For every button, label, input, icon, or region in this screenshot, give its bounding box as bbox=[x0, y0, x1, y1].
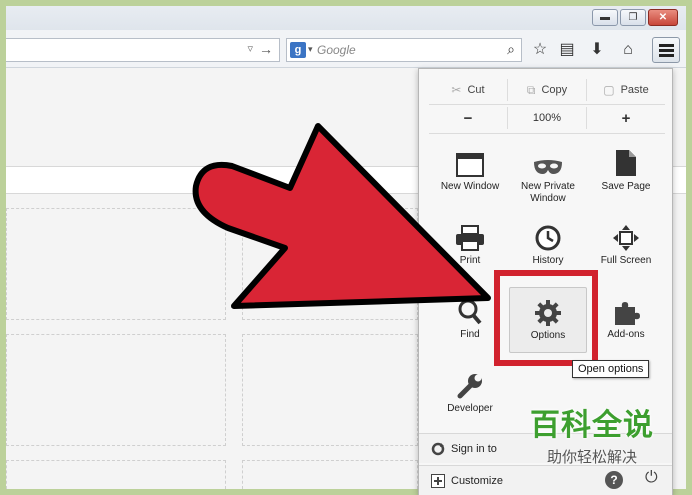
star-icon[interactable]: ☆ bbox=[529, 39, 551, 61]
new-window-button[interactable]: New Window bbox=[431, 139, 509, 205]
wrench-icon bbox=[457, 374, 482, 399]
help-icon[interactable]: ? bbox=[605, 471, 623, 489]
new-private-window-label: New Private Window bbox=[521, 181, 575, 204]
history-label: History bbox=[532, 255, 564, 266]
add-ons-label: Add-ons bbox=[607, 329, 645, 340]
options-tooltip: Open options bbox=[572, 360, 650, 378]
window-controls: ▬ ❐ ✕ bbox=[592, 9, 678, 26]
paste-label: Paste bbox=[620, 84, 649, 96]
home-icon[interactable]: ⌂ bbox=[617, 39, 639, 61]
title-bar: ▬ ❐ ✕ bbox=[6, 6, 686, 30]
save-page-button[interactable]: Save Page bbox=[587, 139, 665, 205]
close-button[interactable]: ✕ bbox=[648, 9, 678, 26]
download-icon[interactable]: ⬇ bbox=[586, 39, 608, 61]
copy-button[interactable]: ⧉ Copy bbox=[508, 79, 587, 101]
developer-label: Developer bbox=[447, 403, 493, 414]
url-bar[interactable]: ▿ → bbox=[6, 38, 280, 62]
add-ons-button[interactable]: Add-ons bbox=[587, 287, 665, 353]
hamburger-menu-icon[interactable] bbox=[652, 37, 680, 63]
new-tab-tile[interactable] bbox=[242, 460, 418, 489]
customize-plus-icon[interactable] bbox=[431, 473, 445, 488]
search-icon[interactable]: ⌕ bbox=[507, 41, 515, 58]
edit-controls: ✂ Cut ⧉ Copy ▢ Paste bbox=[429, 79, 665, 101]
copy-label: Copy bbox=[541, 84, 568, 96]
private-mask-icon bbox=[534, 160, 562, 174]
reading-list-icon[interactable]: ▤ bbox=[556, 39, 578, 61]
zoom-out-button[interactable]: − bbox=[429, 107, 508, 129]
save-page-label: Save Page bbox=[601, 181, 651, 192]
search-placeholder: Google bbox=[317, 43, 356, 57]
zoom-in-button[interactable]: + bbox=[587, 107, 665, 129]
full-screen-label: Full Screen bbox=[600, 255, 652, 266]
search-engine-icon[interactable]: g bbox=[290, 42, 306, 58]
go-arrow-icon[interactable]: → bbox=[259, 41, 273, 57]
restore-button[interactable]: ❐ bbox=[620, 9, 646, 26]
paste-button[interactable]: ▢ Paste bbox=[587, 79, 665, 101]
menu-divider bbox=[429, 104, 665, 105]
search-engine-caret-icon[interactable]: ▾ bbox=[308, 44, 313, 55]
new-window-label: New Window bbox=[440, 181, 500, 192]
new-private-window-button[interactable]: New Private Window bbox=[509, 139, 587, 205]
copy-icon: ⧉ bbox=[526, 82, 536, 97]
navigation-toolbar: ▿ → g ▾ Google ⌕ ☆ ▤ ⬇ ⌂ bbox=[6, 30, 686, 68]
clipboard-icon: ▢ bbox=[603, 83, 615, 97]
cut-button[interactable]: ✂ Cut bbox=[429, 79, 508, 101]
clock-icon bbox=[535, 225, 561, 251]
scissors-icon: ✂ bbox=[451, 83, 462, 97]
fullscreen-icon bbox=[613, 225, 639, 251]
new-tab-tile[interactable] bbox=[6, 334, 226, 446]
new-window-icon bbox=[456, 153, 484, 177]
save-page-icon bbox=[616, 150, 636, 176]
print-label: Print bbox=[459, 255, 481, 266]
cut-label: Cut bbox=[467, 84, 485, 96]
watermark: 百科全说 助你轻松解决 bbox=[512, 400, 672, 467]
new-tab-tile[interactable] bbox=[6, 208, 226, 320]
full-screen-button[interactable]: Full Screen bbox=[587, 213, 665, 279]
customize-bar: Customize ? ⏻ bbox=[419, 465, 672, 495]
magnifier-icon bbox=[458, 299, 482, 325]
minimize-button[interactable]: ▬ bbox=[592, 9, 618, 26]
menu-divider bbox=[429, 133, 665, 134]
zoom-reset-button[interactable]: 100% bbox=[508, 107, 587, 129]
zoom-controls: − 100% + bbox=[429, 107, 665, 129]
history-dropdown-icon[interactable]: ▿ bbox=[247, 42, 253, 55]
sign-in-label: Sign in to bbox=[451, 442, 497, 455]
printer-icon bbox=[456, 225, 484, 251]
search-bar[interactable]: g ▾ Google ⌕ bbox=[286, 38, 522, 62]
new-tab-tile[interactable] bbox=[242, 208, 418, 320]
options-highlight-box bbox=[494, 270, 598, 366]
watermark-title: 百科全说 bbox=[530, 409, 654, 442]
developer-button[interactable]: Developer bbox=[431, 361, 509, 427]
quit-icon[interactable]: ⏻ bbox=[645, 469, 658, 487]
customize-label[interactable]: Customize bbox=[451, 475, 503, 487]
new-tab-tile[interactable] bbox=[242, 334, 418, 446]
puzzle-icon bbox=[615, 302, 640, 325]
sync-icon bbox=[431, 442, 445, 455]
watermark-subtitle: 助你轻松解决 bbox=[546, 449, 637, 466]
new-tab-tile[interactable] bbox=[6, 460, 226, 489]
